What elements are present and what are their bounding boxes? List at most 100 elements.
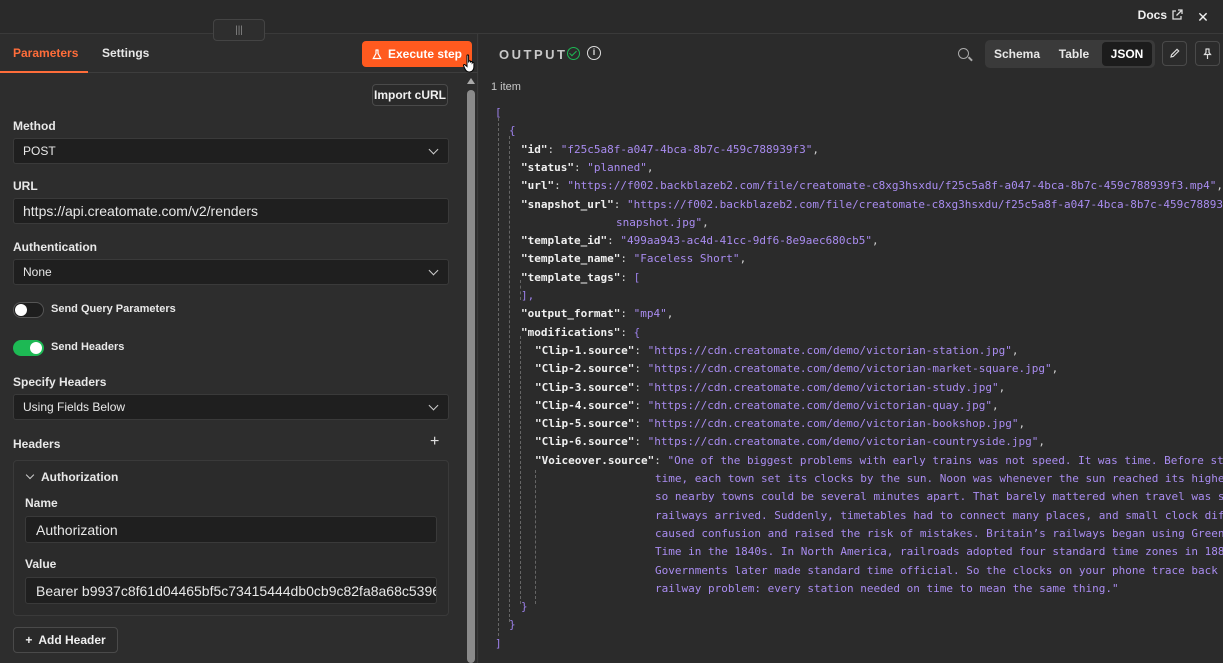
schema-view-button[interactable]: Schema [991, 42, 1043, 66]
method-value: POST [23, 144, 56, 158]
send-query-toggle[interactable] [13, 302, 44, 318]
json-value[interactable]: railways arrived. Suddenly, timetables h… [655, 509, 1223, 522]
json-value[interactable]: "https://f002.backblazeb2.com/file/creat… [627, 198, 1223, 211]
json-line: railways arrived. Suddenly, timetables h… [655, 507, 1223, 525]
execute-step-button[interactable]: Execute step [362, 41, 472, 67]
json-bracket: ], [521, 289, 535, 302]
scroll-thumb[interactable] [467, 90, 475, 663]
url-value: https://api.creatomate.com/v2/renders [23, 203, 258, 219]
header-card-toggle[interactable]: Authorization [25, 470, 119, 484]
pin-icon[interactable] [1195, 41, 1220, 66]
left-scrollbar[interactable] [467, 78, 475, 663]
json-value[interactable]: "499aa943-ac4d-41cc-9df6-8e9aec680cb5" [620, 234, 872, 247]
json-bracket: [ [495, 106, 502, 119]
json-colon: : [620, 307, 634, 321]
json-value[interactable]: time, each town set its clocks by the su… [655, 472, 1223, 485]
json-line: "output_format": "mp4", [521, 305, 673, 323]
close-icon[interactable]: ✕ [1193, 7, 1213, 27]
json-line: "id": "f25c5a8f-a047-4bca-8b7c-459c78893… [521, 141, 819, 159]
json-key: "snapshot_url" [521, 197, 614, 211]
tab-parameters[interactable]: Parameters [13, 46, 78, 60]
json-bracket: { [509, 124, 516, 138]
json-value[interactable]: [ [634, 271, 641, 284]
json-colon: : [620, 325, 634, 339]
json-value[interactable]: caused confusion and raised the risk of … [655, 527, 1223, 540]
json-line: "template_id": "499aa943-ac4d-41cc-9df6-… [521, 232, 879, 250]
indent-guide [520, 336, 521, 604]
json-key: "Clip-1.source" [535, 343, 635, 357]
add-icon[interactable]: + [430, 433, 439, 451]
json-value[interactable]: snapshot.jpg" [616, 216, 702, 229]
item-count: 1 item [491, 81, 521, 93]
send-headers-label: Send Headers [51, 341, 125, 353]
json-colon: : [607, 234, 621, 248]
json-key: "Clip-5.source" [535, 417, 635, 431]
json-value[interactable]: Time in the 1840s. In North America, rai… [655, 545, 1223, 558]
header-name-input[interactable]: Authorization [25, 516, 437, 543]
header-value-label: Value [25, 557, 57, 571]
json-value[interactable]: Governments later made standard time off… [655, 564, 1223, 577]
json-colon: : [573, 160, 588, 174]
add-header-button[interactable]: + Add Header [13, 627, 118, 653]
json-line: ], [521, 287, 534, 305]
json-line: "Clip-6.source": "https://cdn.creatomate… [535, 433, 1045, 451]
json-key: "status" [521, 160, 574, 174]
json-line: railway problem: every station needed on… [655, 580, 1119, 598]
import-curl-button[interactable]: Import cURL [372, 84, 448, 106]
json-value[interactable]: "Faceless Short" [634, 252, 740, 265]
search-icon[interactable] [958, 48, 969, 59]
json-value[interactable]: "https://cdn.creatomate.com/demo/victori… [648, 399, 992, 412]
header-name-label: Name [25, 496, 58, 510]
json-key: "Clip-4.source" [535, 398, 635, 412]
json-line: } [521, 598, 528, 616]
json-value[interactable]: "https://cdn.creatomate.com/demo/victori… [648, 417, 1019, 430]
header-value-input[interactable]: Bearer b9937c8f61d04465bf5c73415444db0cb… [25, 577, 437, 604]
specify-headers-label: Specify Headers [13, 375, 107, 389]
view-switcher: Schema Table JSON [985, 40, 1155, 68]
json-colon: : [634, 417, 648, 431]
json-value[interactable]: railway problem: every station needed on… [655, 582, 1119, 595]
method-select[interactable]: POST [13, 138, 449, 164]
json-value[interactable]: { [634, 326, 641, 339]
json-comma: , [1018, 417, 1026, 431]
authentication-select[interactable]: None [13, 259, 449, 285]
authentication-label: Authentication [13, 240, 97, 254]
panel-drag-handle[interactable]: ||| [213, 19, 265, 41]
docs-link[interactable]: Docs [1138, 8, 1183, 22]
json-value[interactable]: so nearby towns could be several minutes… [655, 490, 1223, 503]
info-icon[interactable]: i [587, 46, 601, 60]
json-value[interactable]: "https://cdn.creatomate.com/demo/victori… [648, 435, 1039, 448]
edit-pencil-icon[interactable] [1162, 41, 1187, 66]
table-view-button[interactable]: Table [1047, 42, 1101, 66]
tab-settings[interactable]: Settings [102, 46, 149, 60]
json-value[interactable]: "https://cdn.creatomate.com/demo/victori… [648, 381, 999, 394]
indent-guide [509, 136, 510, 622]
json-key: "Clip-2.source" [535, 362, 635, 376]
json-view-button[interactable]: JSON [1102, 42, 1152, 66]
json-line: "snapshot_url": "https://f002.backblazeb… [521, 196, 1223, 214]
json-value[interactable]: "https://cdn.creatomate.com/demo/victori… [648, 344, 1012, 357]
json-line: "Clip-4.source": "https://cdn.creatomate… [535, 397, 999, 415]
docs-label: Docs [1137, 8, 1167, 22]
url-label: URL [13, 179, 38, 193]
json-value[interactable]: "planned" [587, 161, 647, 174]
json-line: "url": "https://f002.backblazeb2.com/fil… [521, 177, 1223, 195]
json-key: "Voiceover.source" [535, 453, 655, 467]
header-card-title: Authorization [41, 470, 119, 484]
json-line: snapshot.jpg", [616, 214, 709, 232]
json-key: "output_format" [521, 307, 621, 321]
flask-icon [372, 48, 382, 59]
json-value[interactable]: "mp4" [634, 307, 667, 320]
json-value[interactable]: "https://cdn.creatomate.com/demo/victori… [648, 362, 1052, 375]
json-value[interactable]: "https://f002.backblazeb2.com/file/creat… [567, 179, 1216, 192]
json-line: "Clip-1.source": "https://cdn.creatomate… [535, 342, 1018, 360]
json-key: "url" [521, 179, 555, 193]
json-colon: : [620, 252, 634, 266]
add-header-label: Add Header [38, 633, 106, 647]
json-value[interactable]: "f25c5a8f-a047-4bca-8b7c-459c788939f3" [561, 143, 813, 156]
url-input[interactable]: https://api.creatomate.com/v2/renders [13, 198, 449, 224]
specify-headers-select[interactable]: Using Fields Below [13, 394, 449, 420]
output-panel: OUTPUT i Schema Table JSON 1 item [{"id"… [479, 34, 1223, 663]
json-value[interactable]: "One of the biggest problems with early … [667, 454, 1223, 467]
send-headers-toggle[interactable] [13, 340, 44, 356]
